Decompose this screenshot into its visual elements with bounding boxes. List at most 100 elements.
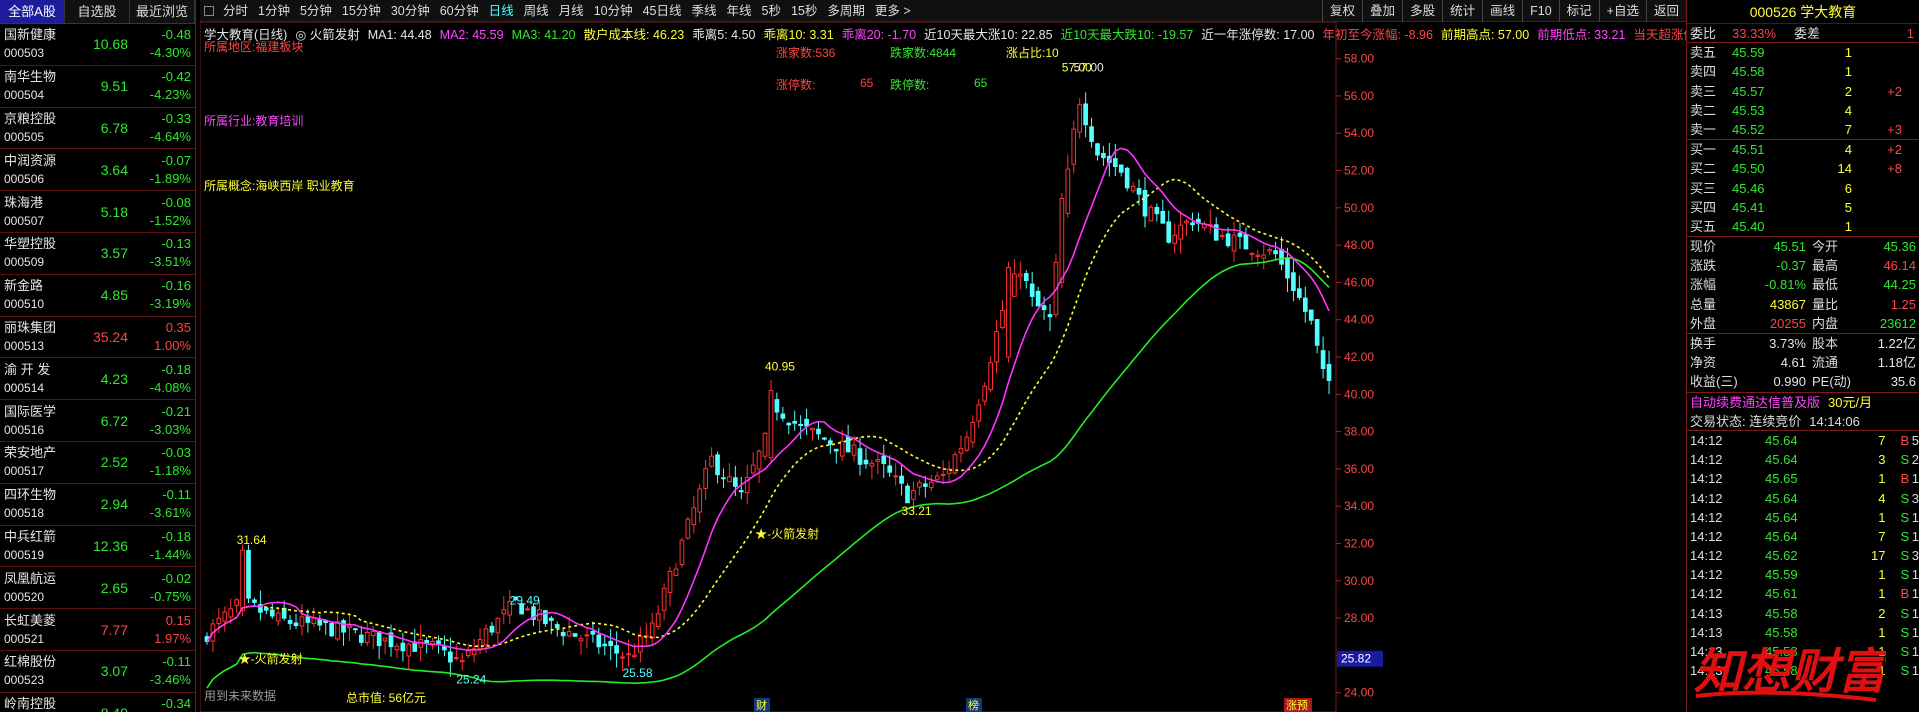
candle-body <box>311 617 317 625</box>
period-16[interactable]: 更多 > <box>870 0 916 22</box>
candle-body <box>1237 232 1243 237</box>
tool-1[interactable]: 叠加 <box>1362 0 1402 22</box>
candle-body <box>964 436 970 451</box>
tick-price: 45.61 <box>1765 586 1798 602</box>
stock-row[interactable]: 渝 开 发 000514 4.23 -0.18 -4.08% <box>0 358 195 401</box>
period-4[interactable]: 30分钟 <box>386 0 435 22</box>
tab-recent[interactable]: 最近浏览 <box>130 0 195 23</box>
stock-row[interactable]: 南华生物 000504 9.51 -0.42 -4.23% <box>0 66 195 108</box>
sell-row[interactable]: 卖四 45.58 1 <box>1687 62 1919 81</box>
tab-watchlist[interactable]: 自选股 <box>65 0 130 23</box>
stock-code: 000503 <box>4 46 45 61</box>
candle-body <box>590 631 596 635</box>
tick-row: 14:12 45.64 7 B 5 <box>1687 431 1919 450</box>
buy-row[interactable]: 买五 45.40 1 <box>1687 217 1919 236</box>
stock-name: 新金路 <box>4 278 44 294</box>
candle-body <box>424 640 429 644</box>
tool-7[interactable]: +自选 <box>1598 0 1646 22</box>
stock-row[interactable]: 新金路 000510 4.85 -0.16 -3.19% <box>0 275 195 317</box>
tool-5[interactable]: F10 <box>1522 0 1559 22</box>
candle-body <box>222 611 228 622</box>
candle-body <box>827 440 833 445</box>
stock-row[interactable]: 长虹美菱 000521 7.77 0.15 1.97% <box>0 609 195 651</box>
period-9[interactable]: 10分钟 <box>589 0 638 22</box>
tab-all-a-shares[interactable]: 全部A股 <box>0 0 65 23</box>
period-13[interactable]: 5秒 <box>757 0 786 22</box>
stock-row[interactable]: 华塑控股 000509 3.57 -0.13 -3.51% <box>0 233 195 275</box>
candle-body <box>347 625 352 629</box>
sell-delta: +3 <box>1887 121 1902 137</box>
tool-8[interactable]: 返回 <box>1645 0 1686 22</box>
candle-body <box>750 464 756 474</box>
stock-change-cell: -0.08 -1.52% <box>132 191 194 232</box>
candle-body <box>566 631 572 637</box>
buy-delta <box>1852 217 1902 236</box>
sell-row[interactable]: 卖一 45.52 7 +3 <box>1687 120 1919 139</box>
indicator-bar: 学大教育(日线) ◎ 火箭发射 MA1: 44.48 MA2: 45.59 MA3: 4… <box>204 24 1714 43</box>
panel-toggle-icon[interactable] <box>204 5 214 16</box>
stat-value: 44.25 <box>1883 277 1916 293</box>
stock-rows: 国新健康 000503 10.68 -0.48 -4.30% 南华生物 000504 9.51… <box>0 24 195 712</box>
ma3-line <box>206 256 1330 689</box>
stock-row[interactable]: 中润资源 000506 3.64 -0.07 -1.89% <box>0 149 195 192</box>
weibi-row: 委比 33.33% 委差 1 <box>1687 24 1919 44</box>
buy-row[interactable]: 买一 45.51 4 +2 <box>1687 140 1919 159</box>
period-6[interactable]: 日线 <box>484 0 519 22</box>
stock-row[interactable]: 岭南控股0005248.49-0.34-3.85% <box>0 693 195 712</box>
buy-row[interactable]: 买四 45.41 5 <box>1687 198 1919 217</box>
weibi-value: 33.33% <box>1732 26 1777 41</box>
tool-6[interactable]: 标记 <box>1558 0 1599 22</box>
tick-side: B <box>1900 471 1910 487</box>
period-7[interactable]: 周线 <box>519 0 554 22</box>
sell-price: 45.52 <box>1732 121 1765 137</box>
period-10[interactable]: 45日线 <box>638 0 687 22</box>
candle-body <box>1000 310 1005 328</box>
y-tick-label: 54.00 <box>1344 126 1374 140</box>
tool-0[interactable]: 复权 <box>1322 0 1362 22</box>
period-14[interactable]: 15秒 <box>786 0 822 22</box>
stat-row: 净资 4.61 流通 1.18亿 <box>1687 353 1919 372</box>
stock-row[interactable]: 丽珠集团 000513 35.24 0.35 1.00% <box>0 317 195 359</box>
period-12[interactable]: 年线 <box>722 0 757 22</box>
tick-side: B <box>1900 586 1910 602</box>
sell-row[interactable]: 卖三 45.57 2 +2 <box>1687 82 1919 101</box>
sell-volume: 1 <box>1844 64 1852 80</box>
period-0[interactable]: 分时 <box>218 0 253 22</box>
period-2[interactable]: 5分钟 <box>295 0 337 22</box>
period-1[interactable]: 1分钟 <box>253 0 295 22</box>
stock-name: 国新健康 <box>4 27 57 43</box>
period-8[interactable]: 月线 <box>554 0 589 22</box>
price-annotation: 57.00 <box>1074 60 1104 74</box>
limit-down-label: 跌停数: <box>890 78 930 92</box>
kline-svg[interactable]: 58.00 56.00 54.00 52.00 50.00 48.00 46.00 44.00… <box>200 22 1686 712</box>
candle-body <box>1279 248 1284 265</box>
period-5[interactable]: 60分钟 <box>435 0 484 22</box>
period-15[interactable]: 多周期 <box>822 0 870 22</box>
stock-row[interactable]: 国际医学 000516 6.72 -0.21 -3.03% <box>0 400 195 442</box>
period-3[interactable]: 15分钟 <box>337 0 386 22</box>
stock-row[interactable]: 京粮控股 000505 6.78 -0.33 -4.64% <box>0 108 195 150</box>
tool-3[interactable]: 统计 <box>1442 0 1482 22</box>
candle-body <box>299 616 305 627</box>
stock-row[interactable]: 珠海港 000507 5.18 -0.08 -1.52% <box>0 191 195 233</box>
stock-row[interactable]: 四环生物 000518 2.94 -0.11 -3.61% <box>0 484 195 526</box>
sell-row[interactable]: 卖五 45.59 1 <box>1687 43 1919 62</box>
promo-row[interactable]: 自动续费通达信普及版 30元/月 <box>1687 393 1919 412</box>
candle-body <box>994 331 999 363</box>
buy-row[interactable]: 买二 45.50 14 +8 <box>1687 159 1919 178</box>
period-11[interactable]: 季线 <box>687 0 722 22</box>
stock-row[interactable]: 国新健康 000503 10.68 -0.48 -4.30% <box>0 24 195 66</box>
sell-row[interactable]: 卖二 45.53 4 <box>1687 101 1919 120</box>
candle-body <box>1124 167 1130 189</box>
candle-body <box>1136 188 1142 195</box>
stock-row[interactable]: 红棉股份 000523 3.07 -0.11 -3.46% <box>0 651 195 693</box>
stock-row[interactable]: 荣安地产 000517 2.52 -0.03 -1.18% <box>0 442 195 484</box>
stock-row[interactable]: 凤凰航运 000520 2.65 -0.02 -0.75% <box>0 567 195 610</box>
stock-change-cell: -0.33 -4.64% <box>132 108 194 149</box>
kline-chart[interactable]: 58.00 56.00 54.00 52.00 50.00 48.00 46.00 44.00… <box>200 22 1706 712</box>
buy-row[interactable]: 买三 45.46 6 <box>1687 179 1919 198</box>
quote-title-text: 000526 学大教育 <box>1687 2 1919 22</box>
stock-row[interactable]: 中兵红箭 000519 12.36 -0.18 -1.44% <box>0 526 195 568</box>
tool-2[interactable]: 多股 <box>1402 0 1442 22</box>
tool-4[interactable]: 画线 <box>1482 0 1522 22</box>
